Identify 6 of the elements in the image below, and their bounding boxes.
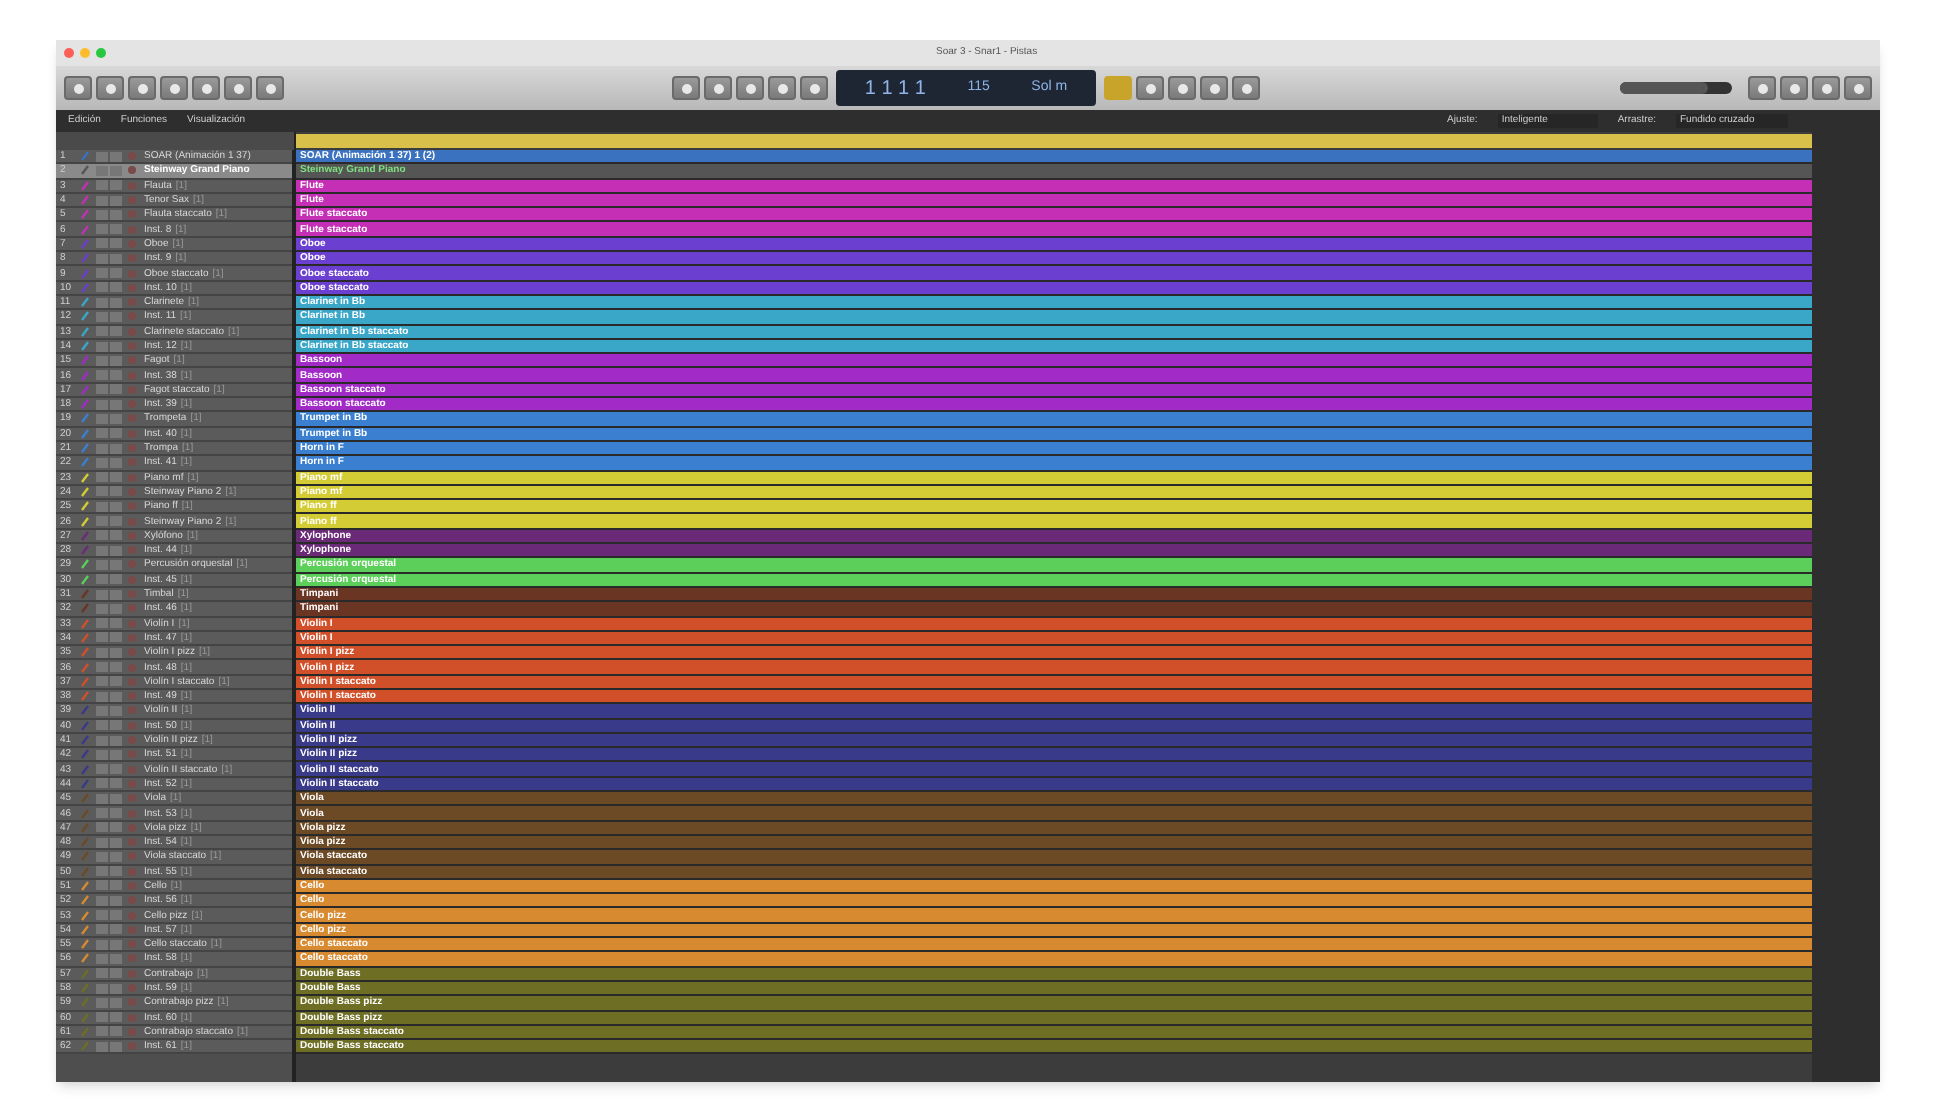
volume-slider[interactable] xyxy=(1620,82,1732,94)
ruler[interactable] xyxy=(296,134,1812,148)
lcd-position: 1 1 1 1 xyxy=(864,75,926,103)
minimize-button[interactable] xyxy=(80,48,90,58)
zoom-button[interactable] xyxy=(96,48,106,58)
close-button[interactable] xyxy=(64,48,74,58)
